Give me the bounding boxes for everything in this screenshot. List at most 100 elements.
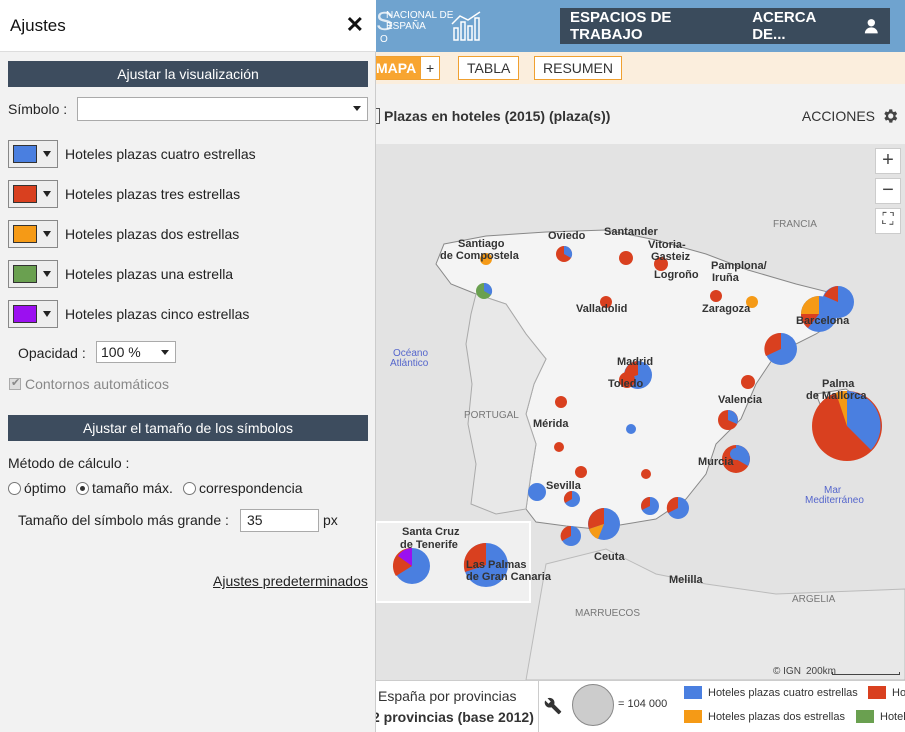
series-label: Hoteles plazas dos estrellas [65,226,240,242]
color-swatch [13,265,37,283]
chevron-down-icon [43,311,51,317]
color-picker-button[interactable] [8,300,58,328]
footer-base: 2 provincias (base 2012) [372,709,534,725]
label-pamplona: Pamplona/ [711,260,767,272]
color-picker-button[interactable] [8,140,58,168]
gear-icon[interactable] [881,107,899,125]
legend-item: Hoteles plazas dos estrellas [684,710,845,723]
method-max-size-radio[interactable] [76,482,89,495]
color-picker-button[interactable] [8,220,58,248]
label-valladolid: Valladolid [576,303,628,315]
legend-item: Ho [868,686,905,699]
label-las-palmas: Las Palmas [466,559,527,571]
method-correspondence-label: correspondencia [199,480,303,496]
nav-workspaces[interactable]: ESPACIOS DE TRABAJO [570,9,734,43]
legend-swatch [856,710,874,723]
symbol-label: Símbolo : [8,101,68,117]
map-attribution: © IGN [773,666,801,677]
user-icon[interactable] [863,17,880,35]
label-portugal: PORTUGAL [464,410,519,421]
color-swatch [13,305,37,323]
size-legend-circle [572,684,614,726]
chevron-down-icon [43,191,51,197]
wrench-icon[interactable] [544,697,562,715]
label-marruecos: MARRUECOS [575,608,641,619]
chevron-down-icon [161,350,169,355]
section-size-header: Ajustar el tamaño de los símbolos [8,415,368,441]
zoom-in-button[interactable]: + [875,148,901,174]
series-row: Hoteles plazas tres estrellas [8,180,240,208]
map-title-bar: Plazas en hoteles (2015) (plaza(s)) ACCI… [376,84,905,144]
symbol-select[interactable] [77,97,368,121]
opacity-label: Opacidad : [18,345,86,361]
method-optimal-label: óptimo [24,480,67,496]
series-label: Hoteles plazas cinco estrellas [65,306,250,322]
label-toledo: Toledo [608,378,644,390]
series-row: Hoteles plazas cinco estrellas [8,300,249,328]
series-label: Hoteles plazas tres estrellas [65,186,241,202]
label-santiago-2: de Compostela [440,250,519,262]
main-nav: ESPACIOS DE TRABAJO ACERCA DE... [560,8,890,44]
opacity-select[interactable]: 100 % [96,341,176,363]
legend-item: Hotel [856,710,905,723]
tab-table[interactable]: TABLA [458,56,520,80]
label-madrid: Madrid [617,356,654,368]
footer-territory: España por provincias [378,688,517,704]
title-checkbox[interactable] [376,108,380,124]
label-gasteiz: Gasteiz [651,251,691,263]
label-iruna: Iruña [712,272,739,284]
size-legend-value: = 104 000 [618,698,668,710]
max-size-unit: px [323,512,338,528]
fullscreen-button[interactable]: ⛶ [875,208,901,234]
series-row: Hoteles plazas cuatro estrellas [8,140,256,168]
legend-swatch [868,686,886,699]
label-tenerife: de Tenerife [400,539,458,551]
map-scale-bar [832,672,900,675]
method-max-size-label: tamaño máx. [92,480,173,496]
logo-text: NACIONAL DE ESPAÑA [386,10,454,32]
color-picker-button[interactable] [8,260,58,288]
method-correspondence-radio[interactable] [183,482,196,495]
tab-summary[interactable]: RESUMEN [534,56,623,80]
default-settings-link[interactable]: Ajustes predeterminados [213,573,368,589]
color-picker-button[interactable] [8,180,58,208]
actions-button[interactable]: ACCIONES [802,108,875,124]
label-santiago: Santiago [458,238,505,250]
color-swatch [13,145,37,163]
label-murcia: Murcia [698,456,734,468]
nav-about[interactable]: ACERCA DE... [752,9,845,43]
label-santa-cruz: Santa Cruz [402,526,460,538]
label-atlantico: Atlántico [390,358,429,369]
label-mediterraneo: Mediterráneo [805,495,864,506]
max-size-input[interactable]: 35 [240,509,319,532]
label-ceuta: Ceuta [594,551,625,563]
label-francia: FRANCIA [773,219,817,230]
panel-title: Ajustes [10,16,66,35]
map-labels: Santiago de Compostela Oviedo Santander … [376,144,905,680]
auto-outline-checkbox[interactable] [9,376,21,390]
method-optimal-radio[interactable] [8,482,21,495]
label-gran-canaria: de Gran Canaria [466,571,551,583]
tab-add[interactable]: + [420,56,441,80]
label-barcelona: Barcelona [796,315,850,327]
section-display-header: Ajustar la visualización [8,61,368,87]
chevron-down-icon [43,271,51,277]
legend-swatch [684,686,702,699]
label-zaragoza: Zaragoza [702,303,751,315]
label-oviedo: Oviedo [548,230,586,242]
chevron-down-icon [353,106,361,111]
series-label: Hoteles plazas una estrella [65,266,234,282]
label-argelia: ARGELIA [792,594,836,605]
map-footer: España por provincias 2 provincias (base… [372,680,905,732]
label-vitoria: Vitoria- [648,239,686,251]
label-sevilla: Sevilla [546,480,581,492]
close-button[interactable]: ✕ [346,14,364,36]
logo[interactable]: S NACIONAL DE ESPAÑA O [376,4,496,48]
legend-swatch [684,710,702,723]
map-title: Plazas en hoteles (2015) (plaza(s)) [384,108,611,124]
label-melilla: Melilla [669,574,703,586]
map-canvas[interactable]: Santiago de Compostela Oviedo Santander … [376,144,905,680]
legend-item: Hoteles plazas cuatro estrellas [684,686,858,699]
label-palma: Palma [822,378,855,390]
zoom-out-button[interactable]: − [875,178,901,204]
